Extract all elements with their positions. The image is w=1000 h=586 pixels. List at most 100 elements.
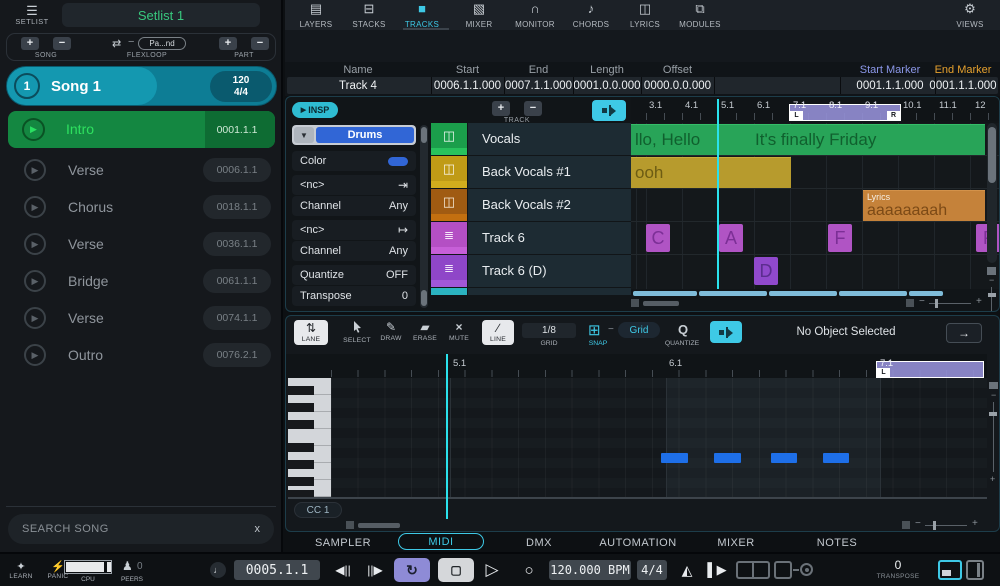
output-channel-row[interactable]: ChannelAny (292, 241, 416, 261)
dropdown-arrow[interactable]: ▼ (294, 127, 314, 143)
loop-end-flag[interactable]: R (887, 111, 900, 120)
section-row[interactable]: ▶Outro0076.2.1 (8, 340, 275, 370)
field-value[interactable]: 0006.1.1.000 (431, 79, 504, 94)
song-add-button[interactable]: + (21, 37, 39, 50)
track-row[interactable]: ≣ (431, 255, 467, 287)
track-name-cell[interactable]: Track 6 (D) (468, 255, 631, 287)
insert-marker-button[interactable] (592, 100, 626, 121)
hscroll-bar[interactable] (643, 301, 679, 306)
flexloop-icon[interactable]: ⇄ (112, 37, 121, 50)
play-button[interactable]: ▷ (480, 557, 504, 583)
section-row[interactable]: ▶Chorus0018.1.1 (8, 192, 275, 222)
quantize-icon[interactable]: Q (678, 322, 688, 337)
click-track-button[interactable]: ♩ (210, 562, 226, 578)
vocal-clip[interactable]: llo, Hello It's finally Friday (631, 124, 985, 155)
timeline-overview-scrollbar[interactable] (633, 291, 943, 296)
midi-output-row[interactable]: <nc>↦ (292, 220, 416, 240)
stop-button[interactable]: ▢ (438, 558, 474, 582)
section-play-icon[interactable]: ▶ (22, 118, 45, 141)
midi-note[interactable] (823, 453, 849, 463)
preset-name[interactable]: Drums (316, 127, 414, 143)
playhead[interactable] (717, 99, 719, 289)
midi-grid-value[interactable]: 1/8 (522, 323, 576, 338)
midi-hscroll-handle[interactable] (346, 521, 354, 529)
midi-mute-button[interactable]: ×MUTE (444, 321, 474, 342)
midi-hzoom-plus-icon[interactable]: + (972, 518, 978, 529)
track-row[interactable]: ◫ (431, 156, 467, 188)
loop-toggle-button[interactable]: ↻ (394, 558, 430, 582)
midi-playhead[interactable] (446, 354, 448, 519)
timeline-ruler[interactable]: 3.1 4.1 5.1 6.1 L R 7.1 8.1 9.1 10.1 11.… (631, 97, 1000, 121)
tab-automation[interactable]: AUTOMATION (588, 535, 688, 550)
tab-notes[interactable]: NOTES (797, 535, 877, 550)
section-play-icon[interactable]: ▶ (24, 307, 46, 329)
midi-vzoom-plus-icon[interactable]: + (990, 474, 995, 484)
song-remove-button[interactable]: − (53, 37, 71, 50)
forward-button[interactable]: ||▶ (362, 561, 388, 579)
midi-draw-button[interactable]: ✎DRAW (376, 321, 406, 342)
track-row[interactable]: ◫ (431, 189, 467, 221)
color-row[interactable]: Color (292, 151, 416, 171)
tab-layers[interactable]: ▤LAYERS (292, 2, 340, 29)
hzoom-handle[interactable] (906, 299, 914, 307)
midi-hzoom-slider[interactable] (933, 521, 936, 530)
field-value[interactable]: 0000.0.0.000 (641, 79, 714, 94)
part-remove-button[interactable]: − (251, 37, 269, 50)
position-display[interactable]: 0005.1.1 (234, 560, 320, 580)
hzoom-slider[interactable] (935, 299, 938, 308)
count-in-box-2[interactable] (774, 561, 792, 579)
midi-vzoom-minus-icon[interactable]: − (991, 390, 996, 400)
preset-dropdown[interactable]: ▼ Drums (292, 125, 416, 145)
chord-cell[interactable]: A (719, 224, 743, 252)
midi-note[interactable] (661, 453, 688, 463)
input-channel-row[interactable]: ChannelAny (292, 196, 416, 216)
tab-sampler[interactable]: SAMPLER (303, 535, 383, 550)
song-header[interactable]: 1 Song 1 120 4/4 (6, 66, 277, 106)
search-song-input[interactable]: SEARCH SONG x (8, 514, 274, 544)
tab-tracks[interactable]: ■TRACKS (398, 2, 446, 29)
track-name-cell[interactable]: Track 6 (468, 222, 631, 254)
tab-chords[interactable]: ♪CHORDS (567, 2, 615, 29)
lyrics-clip[interactable]: Lyrics aaaaaaaah (863, 190, 985, 221)
view-layout-button[interactable] (966, 560, 984, 580)
midi-insert-marker-button[interactable] (710, 321, 742, 343)
advance-button[interactable]: ▌▶ (704, 558, 730, 582)
midi-erase-button[interactable]: ▰ERASE (410, 321, 440, 342)
field-value[interactable]: 0007.1.1.000 (504, 79, 573, 94)
midi-note[interactable] (771, 453, 797, 463)
midi-hscroll-bar[interactable] (358, 523, 400, 528)
piano-keyboard[interactable] (288, 378, 331, 497)
chord-cell[interactable]: C (646, 224, 670, 252)
midi-note[interactable] (714, 453, 741, 463)
end-marker-value[interactable]: 0001.1.1.000 (903, 79, 1000, 94)
midi-select-button[interactable]: SELECT (342, 321, 372, 344)
inspector-scrollbar[interactable] (420, 125, 428, 308)
midi-snap-icon[interactable]: ⊞ (588, 321, 601, 339)
count-in-box[interactable] (736, 561, 770, 579)
setlist-name[interactable]: Setlist 1 (62, 3, 260, 27)
track-name-cell[interactable]: Back Vocals #1 (468, 156, 631, 188)
section-row-active[interactable]: ▶ Intro 0001.1.1 (8, 111, 275, 148)
field-value[interactable]: 0001.0.0.000 (573, 79, 641, 94)
chord-cell[interactable]: F (828, 224, 852, 252)
meter-display[interactable]: 4/4 (637, 560, 667, 580)
tab-lyrics[interactable]: ◫LYRICS (621, 2, 669, 29)
metronome-button[interactable]: ◭ (676, 558, 698, 582)
midi-vscroll-handle[interactable] (989, 382, 998, 389)
section-row[interactable]: ▶Verse0074.1.1 (8, 303, 275, 333)
hscroll-handle[interactable] (631, 299, 639, 307)
vzoom-handle[interactable] (987, 267, 996, 275)
section-play-icon[interactable]: ▶ (24, 344, 46, 366)
midi-vzoom-slider[interactable] (989, 412, 997, 416)
track-name-cell[interactable]: Back Vocals #2 (468, 189, 631, 221)
cc-lane-label[interactable]: CC 1 (294, 502, 342, 518)
transpose-value[interactable]: 0 (880, 558, 916, 572)
tab-dmx[interactable]: DMX (499, 535, 579, 550)
tab-midi[interactable]: MIDI (398, 533, 484, 550)
record-button[interactable]: ○ (517, 557, 541, 583)
inspector-toggle[interactable]: ▶INSP (292, 102, 338, 118)
tab-mixer[interactable]: ▧MIXER (455, 2, 503, 29)
vzoom-minus-icon[interactable]: − (989, 275, 994, 285)
track-row[interactable]: ≣ (431, 222, 467, 254)
track-row[interactable]: ◫ (431, 123, 467, 155)
